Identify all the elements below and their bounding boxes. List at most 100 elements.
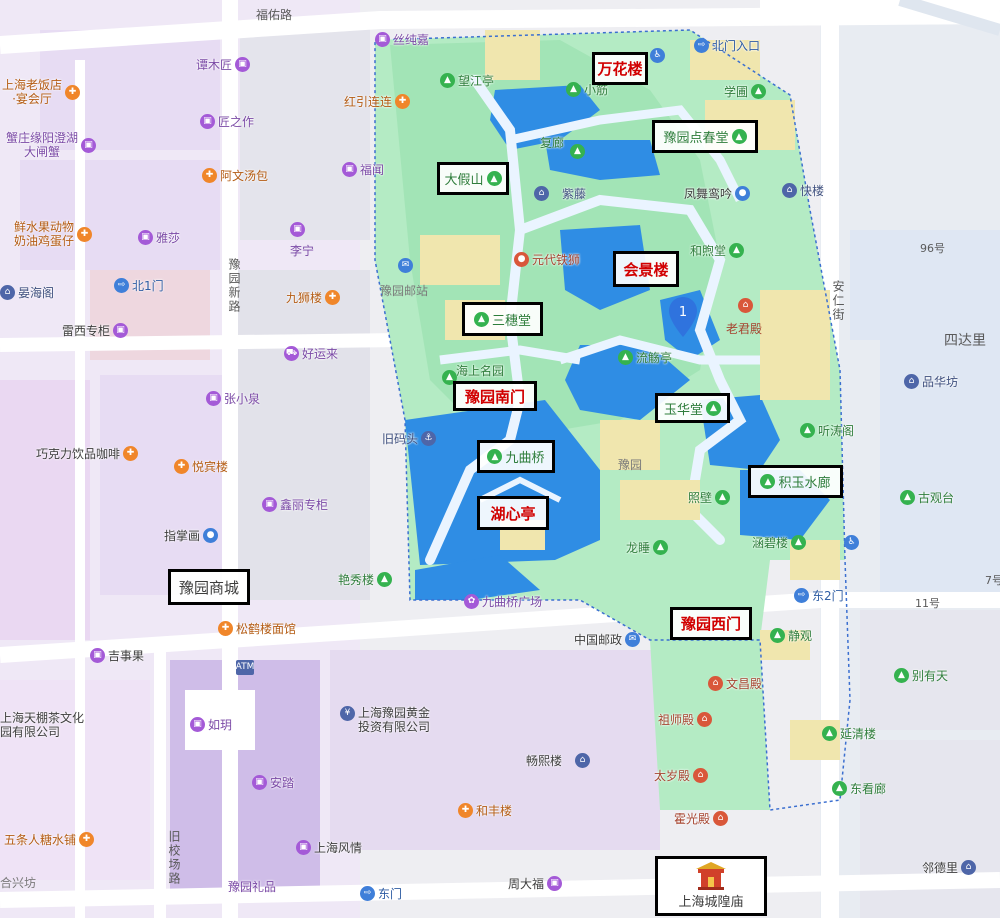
poi-jingguan[interactable]: ▲ 静观 xyxy=(770,628,812,643)
label-chenghuang-temple[interactable]: 上海城隍庙 xyxy=(655,856,767,916)
poi-ruyue[interactable]: ▣ 如玥 xyxy=(190,717,232,732)
address-7: 7号 xyxy=(985,574,1000,587)
poi-east-gate[interactable]: ⇨ 东门 xyxy=(360,886,402,901)
atm-icon[interactable]: ATM xyxy=(236,660,254,675)
info-icon: ● xyxy=(735,186,751,201)
poi-songhelou[interactable]: ✚ 松鹤楼面馆 xyxy=(218,621,296,636)
poi-pinfangfang[interactable]: ⌂ 品华坊 xyxy=(904,374,958,389)
street-yuyuan-new-road: 豫园新路 xyxy=(227,258,241,314)
poi-china-post[interactable]: 中国邮政 ✉ xyxy=(574,632,641,647)
poi-lindeli[interactable]: 邻德里 ⌂ xyxy=(922,860,977,875)
poi-haoyunlai[interactable]: ⛟ 好运来 xyxy=(284,346,338,361)
scenic-icon: ▲ xyxy=(473,311,489,327)
poi-fuwen[interactable]: ▣ 福闻 xyxy=(342,162,384,177)
poi-bieyoutian[interactable]: ▲ 别有天 xyxy=(894,668,948,683)
shop-icon: ▣ xyxy=(342,162,357,177)
poi-yanxiulou[interactable]: 艳秀楼 ▲ xyxy=(338,572,393,587)
poi-hanbilou[interactable]: 涵碧楼 ▲ xyxy=(752,535,807,550)
poi-zhangxiaoquan[interactable]: ▣ 张小泉 xyxy=(206,391,260,406)
poi-taisuidian[interactable]: 太岁殿 ⌂ xyxy=(654,768,709,783)
poi-fengwuluanyin[interactable]: 凤舞鸾吟 ● xyxy=(684,186,751,201)
poi-dongkange[interactable]: ▲ 东看廊 xyxy=(832,781,886,796)
poi-tanmujiang[interactable]: 谭木匠 ▣ xyxy=(196,57,251,72)
poi-fulang[interactable]: 复廊 xyxy=(540,136,564,150)
poi-tianpeng-tea[interactable]: 上海天棚茶文化 园有限公司 xyxy=(0,711,84,739)
location-pin-icon[interactable]: 1 xyxy=(668,296,698,338)
poi-tingtaoge[interactable]: ▲ 听涛阁 xyxy=(800,423,854,438)
poi-zhizhanghua[interactable]: 指掌画 ● xyxy=(164,528,219,543)
poi-changxilou[interactable]: 畅熙楼 ⌂ xyxy=(526,753,591,768)
poi-liushangting[interactable]: ▲ 流觞亭 xyxy=(618,350,672,365)
label-yuhuatang[interactable]: 玉华堂 ▲ xyxy=(655,393,730,423)
poi-north-gate-1[interactable]: ⇨ 北1门 xyxy=(114,278,164,293)
landmark-icon: ⌂ xyxy=(961,860,977,875)
poi-yuyuan-gifts[interactable]: 豫园礼品 xyxy=(228,880,276,894)
poi-gold-company[interactable]: ¥ 上海豫园黄金 投资有限公司 xyxy=(340,706,430,734)
poi-jiushilou[interactable]: 九狮楼 ✚ xyxy=(286,290,341,305)
label-wanhualou[interactable]: 万花楼 xyxy=(592,52,648,85)
poi-yuebinlou[interactable]: ✚ 悦宾楼 xyxy=(174,459,228,474)
label-sansuitang[interactable]: ▲ 三穗堂 xyxy=(462,302,543,336)
temple-icon: ⌂ xyxy=(693,768,709,783)
poi-yuyuan-post-station[interactable]: ✉ xyxy=(398,258,413,273)
label-jiyu-corridor[interactable]: ▲ 积玉水廊 xyxy=(748,465,843,498)
label-dajiashan[interactable]: 大假山 ▲ xyxy=(437,162,509,195)
poi-hefenglou[interactable]: ✚ 和丰楼 xyxy=(458,803,512,818)
poi-jiangzhizhi[interactable]: ▣ 匠之作 xyxy=(200,114,254,129)
poi-ziteng[interactable]: ⌂ 紫藤 xyxy=(534,186,586,201)
label-huxinting[interactable]: 湖心亭 xyxy=(477,496,549,530)
poi-leixi-counter[interactable]: 雷西专柜 ▣ xyxy=(62,323,129,338)
poi-north-gate-entrance[interactable]: ⇨ 北门入口 xyxy=(694,38,760,53)
poi-jiumatou[interactable]: 旧码头 ⚓ xyxy=(382,431,437,446)
poi-lining-icon[interactable]: ▣ xyxy=(290,222,305,237)
poi-zushidian[interactable]: 祖师殿 ⌂ xyxy=(658,712,713,727)
poi-zhoudafu[interactable]: 周大福 ▣ xyxy=(508,876,563,891)
label-west-gate[interactable]: 豫园西门 xyxy=(670,607,752,640)
label-jiuqu-bridge[interactable]: ▲ 九曲桥 xyxy=(477,440,555,473)
poi-yanqinglou[interactable]: ▲ 延清楼 xyxy=(822,726,876,741)
poi-yanhaige[interactable]: ⌂ 晏海阁 xyxy=(0,285,54,300)
poi-fresh-fruit-cake[interactable]: 鲜水果动物 奶油鸡蛋仔 ✚ xyxy=(14,220,93,248)
poi-gujingtai[interactable]: ▲ 古观台 xyxy=(900,490,954,505)
label-yuyuan-mall[interactable]: 豫园商城 xyxy=(168,569,250,605)
poi-yuandai-tieshi[interactable]: ● 元代铁狮 xyxy=(514,252,580,267)
poi-sichunjia[interactable]: ▣ 丝纯嘉 xyxy=(375,32,429,47)
poi-kuailou[interactable]: ⌂ 快楼 xyxy=(782,183,824,198)
toilet-icon-2[interactable]: ♿ xyxy=(844,535,859,550)
poi-zhaobi[interactable]: 照壁 ▲ xyxy=(688,490,731,505)
poi-shanghai-old-restaurant[interactable]: 上海老饭店 ·宴会厅 ✚ xyxy=(2,78,81,106)
poi-hongyinlianlian[interactable]: 红引连连 ✚ xyxy=(344,94,411,109)
poi-jiuqu-plaza[interactable]: ✿ 九曲桥广场 xyxy=(464,594,542,609)
poi-crab-yangcheng[interactable]: 蟹庄缘阳澄湖 大闸蟹 ▣ xyxy=(6,131,97,159)
scenic-icon: ▲ xyxy=(800,423,815,438)
temple-icon xyxy=(696,862,726,890)
poi-awentang[interactable]: ✚ 阿文汤包 xyxy=(202,168,268,183)
shop-icon: ▣ xyxy=(262,497,277,512)
poi-east-gate-2[interactable]: ⇨ 东2门 xyxy=(794,588,844,603)
poi-longbi[interactable]: 龙睡 ▲ xyxy=(626,540,669,555)
poi-wangjiangting[interactable]: ▲ 望江亭 xyxy=(440,73,494,88)
poi-hexitang[interactable]: 和煦堂 ▲ xyxy=(690,243,745,258)
landmark-icon: ⌂ xyxy=(0,285,15,300)
poi-laojundian-icon[interactable]: ⌂ xyxy=(738,298,753,313)
poi-chocolate-cafe[interactable]: 巧克力饮品咖啡 ✚ xyxy=(36,446,139,461)
poi-wenchangdian[interactable]: ⌂ 文昌殿 xyxy=(708,676,762,691)
toilet-icon[interactable]: ♿ xyxy=(650,48,665,63)
label-south-gate[interactable]: 豫园南门 xyxy=(453,381,537,411)
poi-xuepu[interactable]: 学圃 ▲ xyxy=(724,84,767,99)
scenic-icon[interactable]: ▲ xyxy=(570,144,585,159)
shop-icon: ▣ xyxy=(81,137,97,153)
poi-haishangmingyuan[interactable]: 海上名园 xyxy=(456,364,504,378)
poi-xinli-counter[interactable]: ▣ 鑫丽专柜 xyxy=(262,497,328,512)
poi-wutiaoren[interactable]: 五条人糖水铺 ✚ xyxy=(4,832,95,847)
poi-anta[interactable]: ▣ 安踏 xyxy=(252,775,294,790)
poi-jishiguo[interactable]: ▣ 吉事果 xyxy=(90,648,144,663)
poi-huoguangdian[interactable]: 霍光殿 ⌂ xyxy=(674,811,729,826)
map-view[interactable]: 福佑路 豫园新路 安仁街 旧校场路 四达里 96号 11号 7号 ▣ 丝纯嘉 ⇨ 北… xyxy=(0,0,1000,918)
label-dianchuntang[interactable]: 豫园点春堂 ▲ xyxy=(652,120,758,153)
poi-shanghai-style[interactable]: ▣ 上海风情 xyxy=(296,840,362,855)
attraction-icon: ● xyxy=(514,252,529,267)
poi-yasha[interactable]: ▣ 雅莎 xyxy=(138,230,180,245)
label-huijinglou[interactable]: 会景楼 xyxy=(613,251,679,287)
cart-icon: ⛟ xyxy=(284,346,299,361)
